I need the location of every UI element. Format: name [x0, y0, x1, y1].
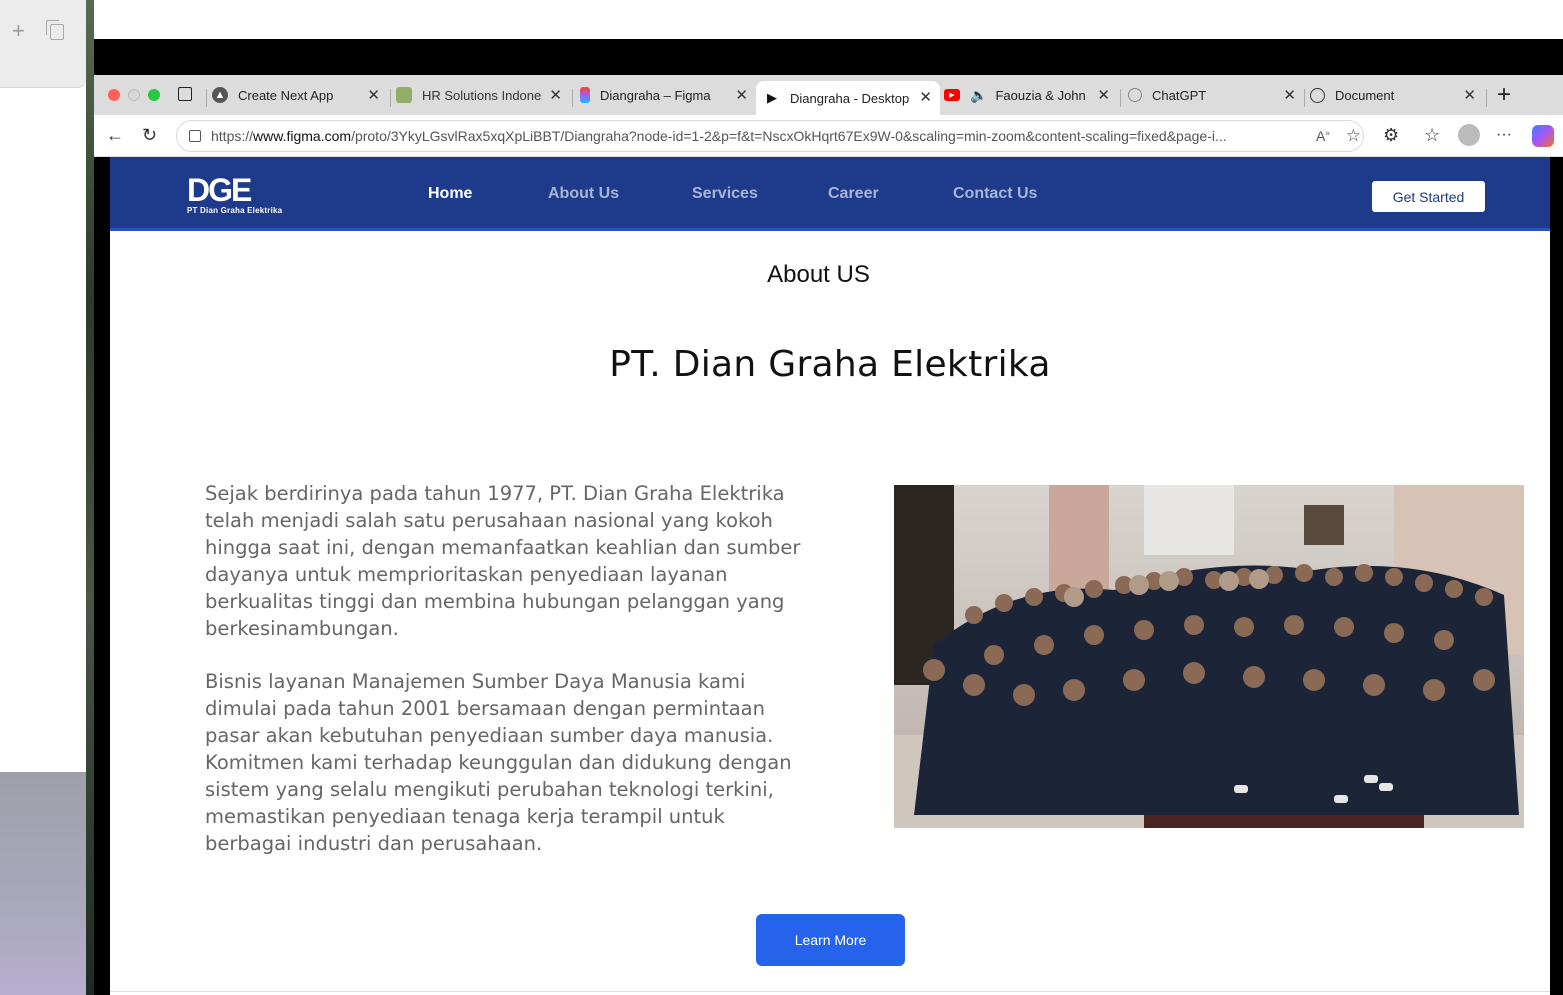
nav-about-us[interactable]: About Us — [548, 185, 619, 203]
address-bar[interactable]: https://www.figma.com/proto/3YkyLGsvlRax… — [176, 120, 1364, 152]
close-icon[interactable]: ✕ — [1463, 86, 1476, 104]
tab-hr-solutions[interactable]: HR Solutions Indonesia ✕ — [396, 79, 570, 111]
about-paragraph-2: Bisnis layanan Manajemen Sumber Daya Man… — [205, 670, 792, 855]
site-logo[interactable]: DGE PT Dian Graha Elektrika — [187, 172, 283, 215]
tab-separator — [206, 89, 207, 107]
close-window-button[interactable] — [108, 89, 120, 101]
nav-home[interactable]: Home — [428, 185, 472, 203]
read-aloud-icon[interactable]: A» — [1316, 128, 1330, 144]
sidebar-toggle-icon[interactable] — [178, 87, 192, 101]
site-navbar: DGE PT Dian Graha Elektrika Home About U… — [110, 157, 1550, 231]
browser-window: ▲ Create Next App ✕ HR Solutions Indones… — [94, 39, 1563, 995]
about-paragraph-1: Sejak berdirinya pada tahun 1977, PT. Di… — [205, 482, 801, 640]
minimize-window-button[interactable] — [128, 89, 140, 101]
tab-title: ChatGPT — [1152, 87, 1207, 103]
learn-more-button[interactable]: Learn More — [756, 914, 905, 966]
favorite-star-icon[interactable]: ☆ — [1346, 126, 1361, 146]
lock-icon[interactable] — [189, 130, 201, 142]
logo-mark: DGE — [187, 172, 252, 208]
tab-create-next-app[interactable]: ▲ Create Next App ✕ — [212, 79, 388, 111]
profile-avatar[interactable] — [1458, 124, 1480, 146]
chatgpt-icon — [1128, 88, 1142, 102]
globe-icon — [1310, 87, 1325, 103]
tab-separator — [1486, 89, 1487, 107]
copy-icon[interactable] — [46, 20, 64, 40]
wallpaper-edge — [86, 0, 94, 995]
tab-document[interactable]: Document ✕ — [1310, 79, 1484, 111]
tab-separator — [1120, 89, 1121, 107]
section-heading: About US — [767, 261, 870, 288]
tab-strip: ▲ Create Next App ✕ HR Solutions Indones… — [94, 75, 1563, 115]
new-tab-icon[interactable]: + — [1497, 81, 1511, 109]
wallpaper-area — [0, 772, 86, 995]
logo-subtitle: PT Dian Graha Elektrika — [187, 206, 283, 215]
tab-separator — [390, 89, 391, 107]
speaker-icon[interactable]: 🔈 — [970, 87, 987, 104]
close-icon[interactable]: ✕ — [1097, 86, 1110, 104]
nav-contact-us[interactable]: Contact Us — [953, 185, 1037, 203]
company-name-title: PT. Dian Graha Elektrika — [609, 344, 1051, 385]
figma-icon — [580, 87, 590, 103]
close-icon[interactable]: ✕ — [735, 86, 748, 104]
close-icon[interactable]: ✕ — [1283, 86, 1296, 104]
back-icon[interactable]: ← — [106, 125, 124, 145]
reload-icon[interactable]: ↻ — [142, 125, 157, 145]
favorites-icon[interactable]: ☆ — [1424, 125, 1440, 145]
tab-separator — [572, 89, 573, 107]
tab-title: HR Solutions Indonesia — [422, 87, 542, 103]
browser-toolbar: ← ↻ https://www.figma.com/proto/3YkyLGsv… — [94, 115, 1563, 157]
tab-title: Document — [1335, 87, 1395, 103]
nav-career[interactable]: Career — [828, 185, 879, 203]
window-top-bar — [94, 39, 1563, 75]
url-text[interactable]: https://www.figma.com/proto/3YkyLGsvlRax… — [211, 128, 1306, 144]
extensions-icon[interactable]: ⚙ — [1383, 125, 1399, 145]
tab-title: Faouzia & John Legend — [995, 87, 1086, 103]
side-panel: + — [0, 0, 86, 88]
team-photo — [894, 485, 1524, 828]
tab-chatgpt[interactable]: ChatGPT ✕ — [1128, 79, 1304, 111]
tab-title: Diangraha - Desktop — [790, 90, 910, 106]
plus-icon[interactable]: + — [12, 20, 25, 42]
tab-separator — [1304, 89, 1305, 107]
zoom-window-button[interactable] — [148, 89, 160, 101]
tab-title: Create Next App — [238, 87, 334, 103]
more-options-icon[interactable]: ··· — [1496, 125, 1512, 145]
tab-figma[interactable]: Diangraha – Figma ✕ — [580, 79, 756, 111]
close-icon[interactable]: ✕ — [549, 86, 562, 104]
prototype-viewport: DGE PT Dian Graha Elektrika Home About U… — [110, 157, 1550, 995]
get-started-button[interactable]: Get Started — [1372, 181, 1485, 212]
close-icon[interactable]: ✕ — [367, 86, 380, 104]
youtube-icon: ▶ — [944, 89, 960, 101]
nav-services[interactable]: Services — [692, 185, 758, 203]
close-icon[interactable]: ✕ — [919, 88, 932, 106]
tab-diangraha-desktop[interactable]: ▶ Diangraha - Desktop ✕ — [756, 81, 940, 115]
play-icon: ▶ — [767, 90, 777, 105]
tab-title: Diangraha – Figma — [600, 87, 711, 103]
vercel-icon: ▲ — [212, 87, 228, 103]
copilot-icon[interactable] — [1532, 125, 1554, 147]
page-divider — [110, 991, 1550, 992]
tab-youtube[interactable]: ▶ 🔈 Faouzia & John Legend ✕ — [944, 79, 1118, 111]
hr-icon — [396, 87, 412, 103]
desktop-background: + — [0, 0, 94, 995]
